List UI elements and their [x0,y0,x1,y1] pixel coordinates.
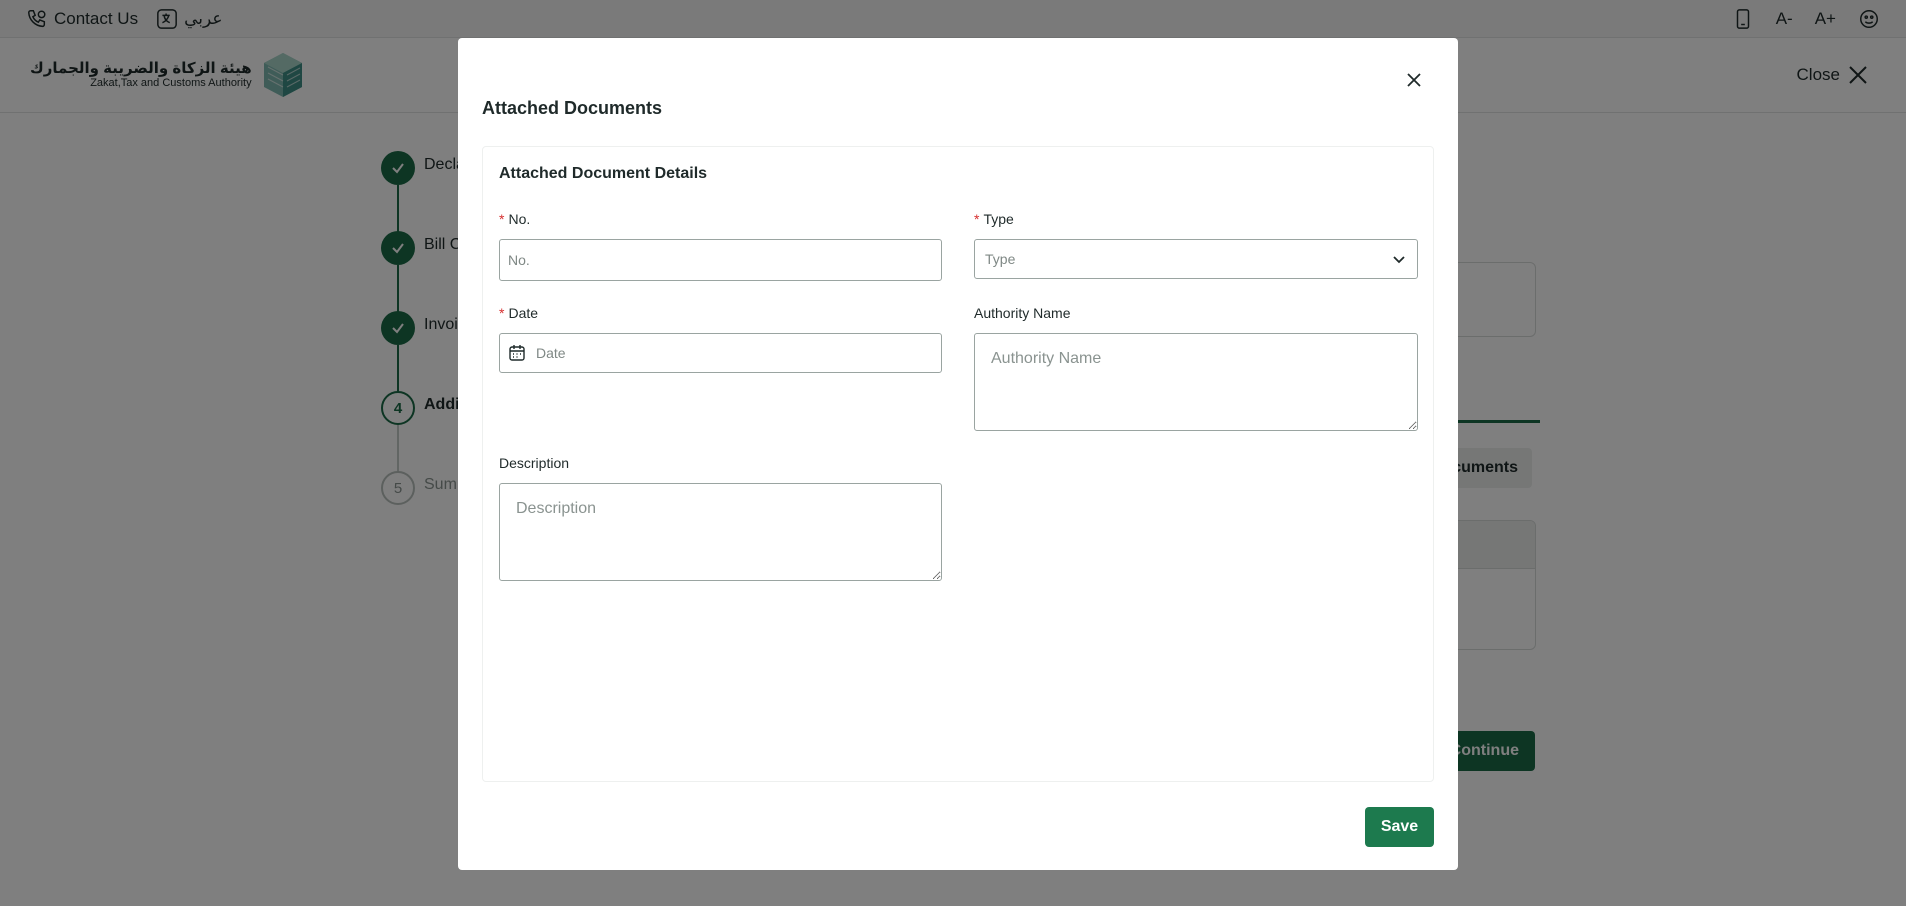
type-field-label: * Type [974,211,1014,227]
date-placeholder: Date [536,345,566,361]
authority-name-textarea[interactable] [974,333,1418,431]
modal-close-button[interactable] [1400,66,1428,94]
description-field-label: Description [499,455,570,471]
card-title: Attached Document Details [499,165,708,182]
no-input[interactable] [499,239,942,281]
attached-documents-modal: Attached Documents Attached Document Det… [458,38,1458,870]
type-select[interactable]: Type [974,239,1418,279]
calendar-icon[interactable] [508,344,526,362]
save-button[interactable]: Save [1365,807,1434,847]
no-label-text: No. [508,211,531,227]
date-label-text: Date [508,305,539,321]
type-select-placeholder: Type [985,251,1016,267]
required-marker: * [499,211,505,227]
required-marker: * [974,211,980,227]
type-label-text: Type [983,211,1014,227]
date-picker-input[interactable]: Date [499,333,942,373]
required-marker: * [499,305,505,321]
description-textarea[interactable] [499,483,942,581]
modal-title: Attached Documents [482,98,663,118]
no-field-label: * No. [499,211,530,227]
authority-name-field-label: Authority Name [974,305,1071,321]
date-field-label: * Date [499,305,538,321]
chevron-down-icon [1393,256,1405,264]
attached-document-details-card: Attached Document Details *No. *Type Typ… [482,146,1434,782]
close-icon [1407,73,1421,87]
